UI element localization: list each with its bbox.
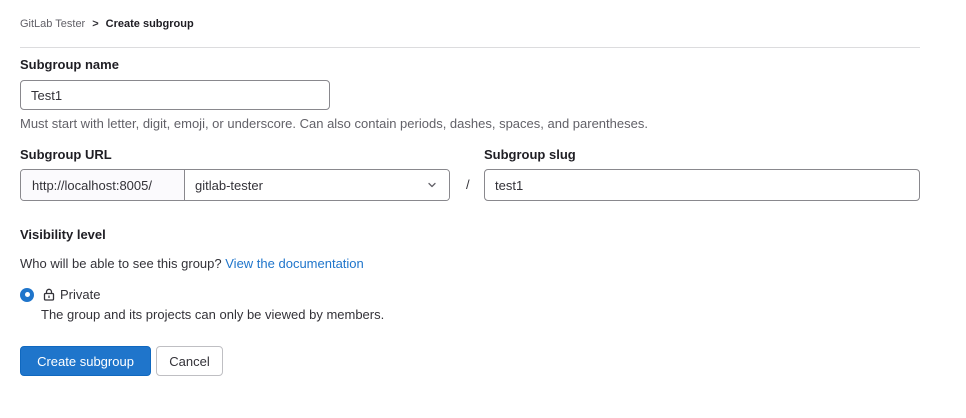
parent-group-selected: gitlab-tester [195, 177, 263, 193]
chevron-down-icon [428, 182, 436, 188]
breadcrumb-parent[interactable]: GitLab Tester [20, 18, 85, 30]
subgroup-name-input[interactable]: Test1 [20, 80, 330, 110]
lock-icon [43, 288, 55, 301]
create-subgroup-page: GitLab Tester > Create subgroup Subgroup… [0, 0, 966, 418]
subgroup-slug-label: Subgroup slug [484, 147, 576, 162]
subgroup-slug-value: test1 [495, 177, 524, 193]
url-slash-separator: / [466, 177, 470, 192]
breadcrumb-separator-icon: > [92, 18, 99, 30]
create-subgroup-button[interactable]: Create subgroup [20, 346, 151, 376]
subgroup-name-value: Test1 [31, 87, 63, 103]
header-divider [20, 47, 920, 48]
url-prefix: http://localhost:8005/ [21, 170, 185, 200]
private-option-label: Private [60, 287, 101, 302]
subgroup-name-help: Must start with letter, digit, emoji, or… [20, 116, 648, 131]
breadcrumb-current: Create subgroup [105, 18, 194, 30]
private-option-description: The group and its projects can only be v… [41, 307, 385, 322]
parent-group-select[interactable]: gitlab-tester [185, 170, 449, 200]
cancel-button[interactable]: Cancel [156, 346, 223, 376]
private-radio[interactable] [20, 287, 34, 302]
visibility-help: Who will be able to see this group? View… [20, 256, 364, 271]
visibility-private-option[interactable]: Private [20, 287, 100, 302]
subgroup-url-label: Subgroup URL [20, 147, 112, 162]
subgroup-url-field: http://localhost:8005/ gitlab-tester [20, 169, 450, 201]
subgroup-slug-input[interactable]: test1 [484, 169, 920, 201]
breadcrumb: GitLab Tester > Create subgroup [20, 18, 194, 30]
visibility-level-label: Visibility level [20, 227, 106, 242]
subgroup-name-label: Subgroup name [20, 57, 119, 72]
view-documentation-link[interactable]: View the documentation [225, 256, 364, 271]
visibility-question: Who will be able to see this group? [20, 256, 222, 271]
